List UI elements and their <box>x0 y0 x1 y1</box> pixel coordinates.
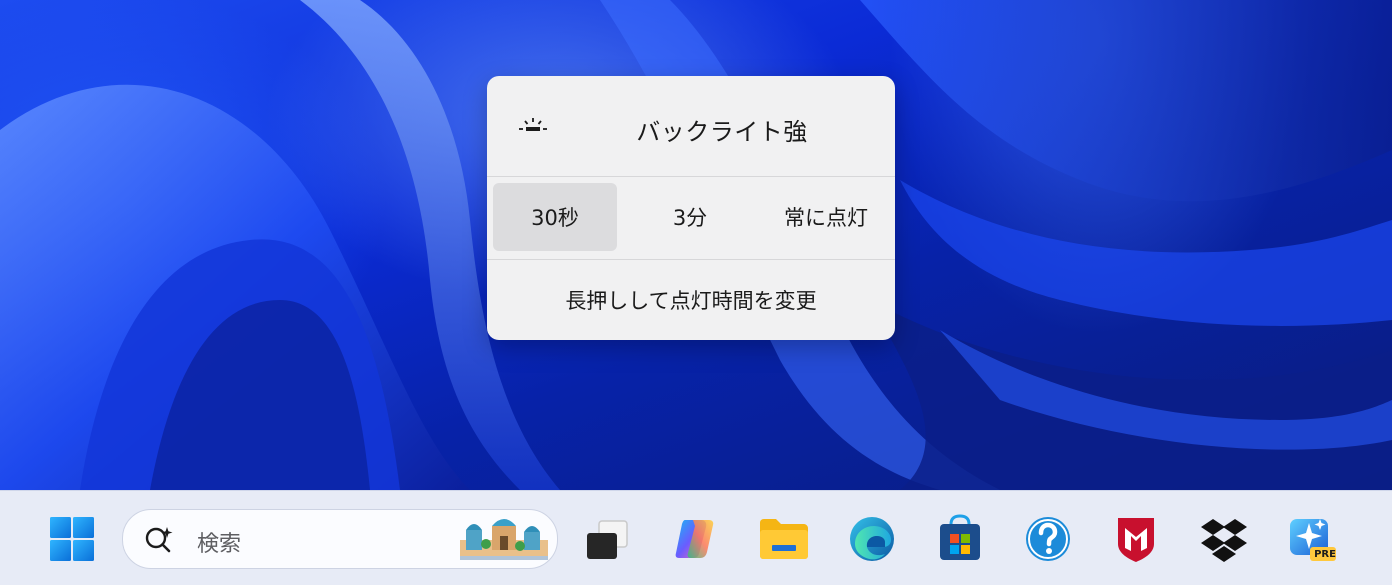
pre-badge: PRE <box>1314 549 1336 560</box>
edge-button[interactable] <box>846 513 898 565</box>
store-icon <box>940 514 980 560</box>
help-icon <box>1026 517 1070 561</box>
backlight-flyout: バックライト強 30秒 3分 常に点灯 長押しして点灯時間を変更 <box>487 76 895 340</box>
edge-icon <box>850 517 894 561</box>
folder-icon <box>760 519 808 559</box>
file-explorer-button[interactable] <box>758 513 810 565</box>
copilot-icon <box>675 520 714 558</box>
timeout-options: 30秒 3分 常に点灯 <box>487 177 895 259</box>
start-button[interactable] <box>46 513 98 565</box>
flyout-header: バックライト強 <box>487 76 895 176</box>
mcafee-icon <box>1118 518 1154 562</box>
search-box[interactable]: 検索 <box>122 509 558 569</box>
windows-logo-icon <box>50 517 94 561</box>
mcafee-button[interactable] <box>1110 513 1162 565</box>
microsoft-store-button[interactable] <box>934 513 986 565</box>
flyout-title: バックライト強 <box>636 118 808 146</box>
search-icon <box>145 527 173 553</box>
task-view-button[interactable] <box>581 513 633 565</box>
taskbar: 検索 PRE <box>0 490 1392 585</box>
flyout-hint-text: 長押しして点灯時間を変更 <box>565 289 817 313</box>
option-always-on[interactable]: 常に点灯 <box>763 183 889 251</box>
dropbox-icon <box>1201 519 1247 562</box>
copilot-button[interactable] <box>670 513 722 565</box>
get-help-button[interactable] <box>1022 513 1074 565</box>
designer-preview-button[interactable]: PRE <box>1286 513 1338 565</box>
option-30-seconds[interactable]: 30秒 <box>493 183 617 251</box>
task-view-icon <box>587 520 628 559</box>
search-highlight-illustration <box>460 519 548 560</box>
search-placeholder: 検索 <box>197 532 242 557</box>
dropbox-button[interactable] <box>1198 513 1250 565</box>
option-3-minutes[interactable]: 3分 <box>627 183 753 251</box>
